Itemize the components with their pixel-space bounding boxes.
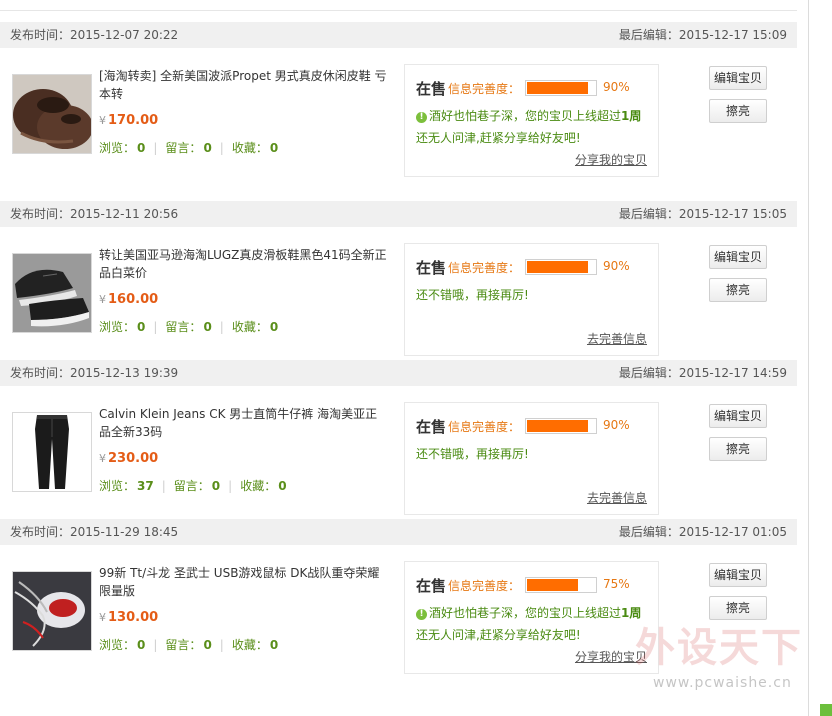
listing-meta-bar: 发布时间：2015-12-13 19:39 最后编辑：2015-12-17 14… bbox=[0, 360, 797, 386]
tip-message: ! 酒好也怕巷子深，您的宝贝上线超过1周 bbox=[416, 604, 641, 621]
gaming-mouse-photo bbox=[13, 572, 91, 650]
product-thumbnail[interactable] bbox=[12, 253, 92, 333]
site-watermark: 外设天下 www.pcwaishe.cn bbox=[635, 615, 815, 695]
complete-info-link[interactable]: 去完善信息 bbox=[587, 489, 647, 506]
tip-message-line2: 还无人问津,赶紧分享给好友吧! bbox=[416, 628, 581, 642]
watermark-url: www.pcwaishe.cn bbox=[653, 675, 792, 691]
completeness-progress-bar bbox=[525, 418, 597, 434]
product-title[interactable]: 转让美国亚马逊海淘LUGZ真皮滑板鞋黑色41码全新正品白菜价 bbox=[99, 246, 389, 282]
info-completeness-box: 在售 信息完善度： 90% ! 酒好也怕巷子深，您的宝贝上线超过1周 还无人问津,… bbox=[404, 64, 659, 177]
product-thumbnail[interactable] bbox=[12, 74, 92, 154]
sale-status: 在售 bbox=[416, 418, 447, 436]
views-stat: 浏览： 0 bbox=[99, 141, 146, 155]
completeness-progress-bar bbox=[525, 259, 597, 275]
comments-stat: 留言： 0 bbox=[165, 638, 212, 652]
edit-item-button[interactable]: 编辑宝贝 bbox=[709, 66, 767, 90]
product-stats: 浏览： 0 | 留言： 0 | 收藏： 0 bbox=[99, 141, 279, 155]
product-price: ¥170.00 bbox=[99, 113, 159, 128]
completeness-label: 信息完善度： bbox=[448, 579, 521, 593]
watermark-logo-text: 外设天下 bbox=[635, 625, 803, 671]
completeness-percent: 75% bbox=[603, 577, 630, 591]
completeness-label: 信息完善度： bbox=[448, 420, 521, 434]
tip-icon: ! bbox=[416, 609, 427, 620]
favorites-stat: 收藏： 0 bbox=[231, 141, 279, 155]
edit-item-button[interactable]: 编辑宝贝 bbox=[709, 404, 767, 428]
views-stat: 浏览： 0 bbox=[99, 320, 146, 334]
product-thumbnail[interactable] bbox=[12, 412, 92, 492]
brown-leather-shoes-photo bbox=[13, 75, 91, 153]
sale-status: 在售 bbox=[416, 577, 447, 595]
completeness-label: 信息完善度： bbox=[448, 261, 521, 275]
polish-item-button[interactable]: 擦亮 bbox=[709, 278, 767, 302]
polish-item-button[interactable]: 擦亮 bbox=[709, 99, 767, 123]
product-title[interactable]: Calvin Klein Jeans CK 男士直筒牛仔裤 海淘美亚正品全新33… bbox=[99, 405, 389, 441]
last-edited-time: 最后编辑：2015-12-17 01:05 bbox=[618, 525, 787, 539]
completeness-progress-bar bbox=[525, 80, 597, 96]
published-time: 发布时间：2015-11-29 18:45 bbox=[10, 525, 179, 539]
completeness-percent: 90% bbox=[603, 418, 630, 432]
polish-item-button[interactable]: 擦亮 bbox=[709, 437, 767, 461]
tip-message: ! 酒好也怕巷子深，您的宝贝上线超过1周 bbox=[416, 107, 641, 124]
product-thumbnail[interactable] bbox=[12, 571, 92, 651]
completeness-progress-bar bbox=[525, 577, 597, 593]
product-stats: 浏览： 0 | 留言： 0 | 收藏： 0 bbox=[99, 320, 279, 334]
tip-message: 还不错哦，再接再厉! bbox=[416, 288, 529, 302]
sale-status: 在售 bbox=[416, 259, 447, 277]
favorites-stat: 收藏： 0 bbox=[240, 479, 287, 493]
share-item-link[interactable]: 分享我的宝贝 bbox=[575, 151, 647, 168]
edit-item-button[interactable]: 编辑宝贝 bbox=[709, 245, 767, 269]
listing-item: 发布时间：2015-12-11 20:56 最后编辑：2015-12-17 15… bbox=[0, 201, 797, 359]
comments-stat: 留言： 0 bbox=[165, 320, 212, 334]
completeness-progress-fill bbox=[527, 261, 588, 273]
product-price: ¥130.00 bbox=[99, 610, 159, 625]
product-price: ¥160.00 bbox=[99, 292, 159, 307]
listing-item: 发布时间：2015-12-07 20:22 最后编辑：2015-12-17 15… bbox=[0, 22, 797, 180]
listing-item: 发布时间：2015-12-13 19:39 最后编辑：2015-12-17 14… bbox=[0, 360, 797, 518]
sale-status: 在售 bbox=[416, 80, 447, 98]
completeness-percent: 90% bbox=[603, 259, 630, 273]
favorites-stat: 收藏： 0 bbox=[231, 320, 279, 334]
product-price: ¥230.00 bbox=[99, 451, 159, 466]
product-title[interactable]: [海淘转卖] 全新美国波派Propet 男式真皮休闲皮鞋 亏本转 bbox=[99, 67, 389, 103]
listing-meta-bar: 发布时间：2015-12-11 20:56 最后编辑：2015-12-17 15… bbox=[0, 201, 797, 227]
favorites-stat: 收藏： 0 bbox=[231, 638, 279, 652]
completeness-progress-fill bbox=[527, 579, 578, 591]
tip-message-line2: 还无人问津,赶紧分享给好友吧! bbox=[416, 131, 581, 145]
published-time: 发布时间：2015-12-11 20:56 bbox=[10, 207, 179, 221]
views-stat: 浏览： 37 bbox=[99, 479, 154, 493]
completeness-label: 信息完善度： bbox=[448, 82, 521, 96]
info-completeness-box: 在售 信息完善度： 90% 还不错哦，再接再厉! 去完善信息 bbox=[404, 243, 659, 356]
listing-meta-bar: 发布时间：2015-12-07 20:22 最后编辑：2015-12-17 15… bbox=[0, 22, 797, 48]
completeness-progress-fill bbox=[527, 420, 588, 432]
last-edited-time: 最后编辑：2015-12-17 15:09 bbox=[618, 28, 787, 42]
top-divider bbox=[0, 10, 797, 11]
comments-stat: 留言： 0 bbox=[165, 141, 212, 155]
product-stats: 浏览： 37 | 留言： 0 | 收藏： 0 bbox=[99, 479, 287, 493]
corner-badge bbox=[820, 704, 832, 716]
black-sneakers-photo bbox=[13, 254, 91, 332]
tip-message: 还不错哦，再接再厉! bbox=[416, 447, 529, 461]
info-completeness-box: 在售 信息完善度： 75% ! 酒好也怕巷子深，您的宝贝上线超过1周 还无人问津,… bbox=[404, 561, 659, 674]
edit-item-button[interactable]: 编辑宝贝 bbox=[709, 563, 767, 587]
product-title[interactable]: 99新 Tt/斗龙 圣武士 USB游戏鼠标 DK战队重夺荣耀限量版 bbox=[99, 564, 389, 600]
published-time: 发布时间：2015-12-13 19:39 bbox=[10, 366, 179, 380]
info-completeness-box: 在售 信息完善度： 90% 还不错哦，再接再厉! 去完善信息 bbox=[404, 402, 659, 515]
product-stats: 浏览： 0 | 留言： 0 | 收藏： 0 bbox=[99, 638, 279, 652]
comments-stat: 留言： 0 bbox=[173, 479, 221, 493]
complete-info-link[interactable]: 去完善信息 bbox=[587, 330, 647, 347]
published-time: 发布时间：2015-12-07 20:22 bbox=[10, 28, 179, 42]
last-edited-time: 最后编辑：2015-12-17 14:59 bbox=[618, 366, 787, 380]
completeness-progress-fill bbox=[527, 82, 588, 94]
listing-meta-bar: 发布时间：2015-11-29 18:45 最后编辑：2015-12-17 01… bbox=[0, 519, 797, 545]
completeness-percent: 90% bbox=[603, 80, 630, 94]
black-jeans-photo bbox=[13, 413, 91, 491]
tip-icon: ! bbox=[416, 112, 427, 123]
page-right-border bbox=[808, 0, 809, 716]
views-stat: 浏览： 0 bbox=[99, 638, 146, 652]
last-edited-time: 最后编辑：2015-12-17 15:05 bbox=[618, 207, 787, 221]
